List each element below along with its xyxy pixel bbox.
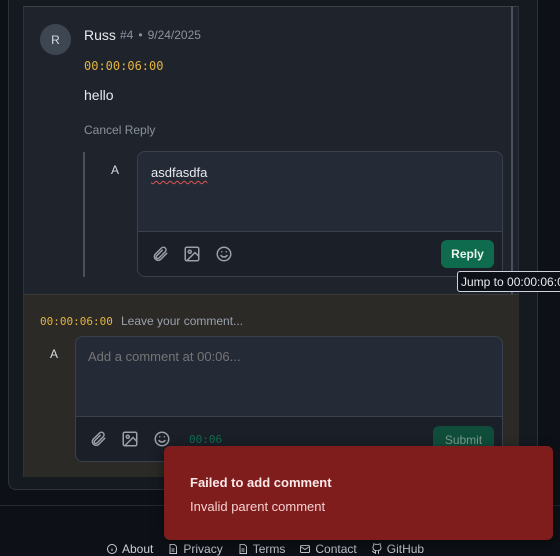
composer-avatar: A bbox=[50, 347, 59, 361]
divider bbox=[24, 6, 518, 7]
paperclip-icon[interactable] bbox=[89, 430, 107, 448]
comment-author: Russ bbox=[84, 27, 116, 43]
comment-timestamp-link[interactable]: 00:00:06:00 bbox=[84, 59, 163, 73]
comment-number: #4 bbox=[120, 28, 134, 42]
footer-link-label: Terms bbox=[252, 542, 286, 556]
comment-meta: #4 • 9/24/2025 bbox=[120, 28, 201, 42]
cancel-reply-button[interactable]: Cancel Reply bbox=[84, 123, 155, 137]
toast-title: Failed to add comment bbox=[190, 475, 332, 490]
comment-date: 9/24/2025 bbox=[147, 28, 201, 42]
footer-link-label: Contact bbox=[315, 542, 357, 556]
image-icon[interactable] bbox=[183, 245, 201, 263]
document-icon bbox=[239, 544, 247, 554]
footer-link-privacy[interactable]: Privacy bbox=[167, 542, 223, 556]
reply-toolbar: Reply bbox=[138, 231, 502, 276]
emoji-icon[interactable] bbox=[215, 245, 233, 263]
jump-to-tooltip: Jump to 00:00:06:00 bbox=[457, 271, 560, 292]
comment-editor: 00:06 Submit bbox=[75, 336, 503, 462]
comment-body: hello bbox=[84, 87, 114, 103]
composer-hint: Leave your comment... bbox=[121, 314, 244, 328]
thread-scrollbar[interactable] bbox=[511, 6, 513, 294]
reply-input[interactable]: asdfasdfa bbox=[151, 165, 207, 180]
info-icon bbox=[107, 544, 117, 554]
footer-links: About Privacy Terms Contact GitHub bbox=[106, 542, 438, 556]
separator-dot: • bbox=[138, 28, 143, 42]
reply-thread-line bbox=[83, 152, 85, 277]
image-icon[interactable] bbox=[121, 430, 139, 448]
footer-link-about[interactable]: About bbox=[106, 542, 153, 556]
avatar: R bbox=[40, 24, 71, 55]
github-icon bbox=[371, 543, 382, 554]
reply-avatar: A bbox=[111, 163, 120, 177]
footer-link-label: About bbox=[122, 542, 154, 556]
footer-link-github[interactable]: GitHub bbox=[371, 542, 424, 556]
composer-timestamp[interactable]: 00:00:06:00 bbox=[40, 315, 113, 328]
avatar-initial: R bbox=[51, 32, 60, 47]
footer-link-label: GitHub bbox=[386, 542, 425, 556]
paperclip-icon[interactable] bbox=[151, 245, 169, 263]
mail-icon bbox=[300, 545, 311, 553]
footer-link-contact[interactable]: Contact bbox=[299, 542, 357, 556]
document-icon bbox=[169, 544, 178, 554]
error-toast[interactable]: Failed to add comment Invalid parent com… bbox=[164, 446, 553, 540]
reply-button[interactable]: Reply bbox=[441, 240, 494, 268]
toast-message: Invalid parent comment bbox=[190, 499, 326, 514]
composer-timer: 00:06 bbox=[189, 433, 223, 446]
comment-input[interactable] bbox=[88, 349, 468, 364]
reply-editor: asdfasdfa Reply bbox=[137, 151, 503, 277]
footer-link-label: Privacy bbox=[183, 542, 223, 556]
footer-link-terms[interactable]: Terms bbox=[237, 542, 286, 556]
